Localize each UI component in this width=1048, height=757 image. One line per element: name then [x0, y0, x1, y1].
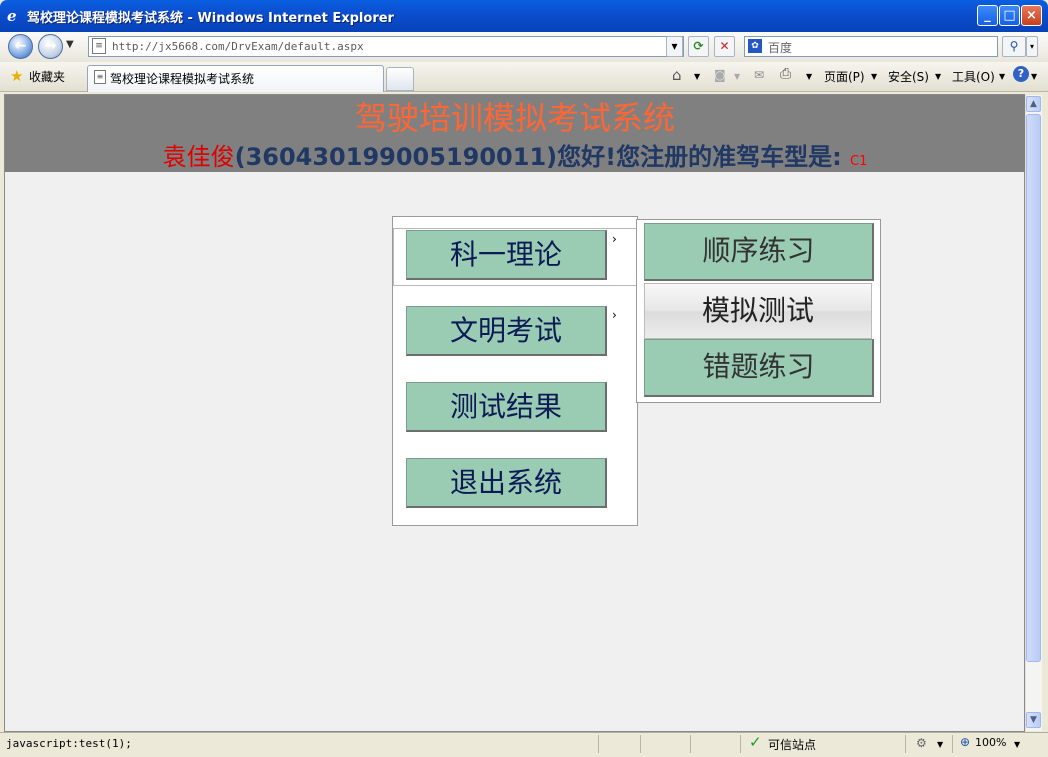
- status-divider: [740, 735, 741, 753]
- status-bar: [0, 732, 1048, 757]
- address-dropdown-icon[interactable]: ▾: [666, 36, 683, 57]
- mail-icon[interactable]: ✉: [754, 68, 764, 82]
- menu-item-test-results[interactable]: 测试结果: [406, 382, 607, 432]
- tools-menu-dropdown-icon: ▼: [999, 72, 1006, 81]
- safety-menu-dropdown-icon: ▼: [935, 72, 942, 81]
- search-icon[interactable]: ⚲: [1002, 36, 1026, 57]
- submenu-sequential-practice[interactable]: 顺序练习: [644, 223, 874, 281]
- scroll-thumb[interactable]: [1026, 114, 1041, 662]
- system-title: 驾驶培训模拟考试系统: [354, 99, 675, 137]
- status-divider: [952, 735, 953, 753]
- window-title-bar[interactable]: e 驾校理论课程模拟考试系统 - Windows Internet Explor…: [0, 0, 1048, 32]
- print-dropdown-icon[interactable]: ▼: [806, 72, 812, 81]
- status-divider: [598, 735, 599, 753]
- forward-button[interactable]: →: [38, 34, 63, 59]
- feeds-dropdown-icon[interactable]: ▼: [734, 72, 740, 81]
- menu-item-civility-exam[interactable]: 文明考试: [406, 306, 607, 356]
- menu-item-exit-system[interactable]: 退出系统: [406, 458, 607, 508]
- close-button[interactable]: ×: [1021, 5, 1042, 26]
- status-divider: [640, 735, 641, 753]
- page-icon: ≡: [92, 38, 106, 54]
- stop-icon[interactable]: ✕: [714, 36, 735, 57]
- history-dropdown-icon[interactable]: ▼: [66, 39, 74, 50]
- search-options-icon[interactable]: ▾: [1026, 36, 1038, 57]
- scroll-down-icon[interactable]: ▼: [1026, 712, 1041, 728]
- help-dropdown-icon[interactable]: ▼: [1031, 72, 1037, 81]
- zoom-dropdown-icon[interactable]: ▼: [1014, 740, 1020, 749]
- new-tab-button[interactable]: [386, 67, 414, 91]
- tools-menu[interactable]: 工具(O): [952, 68, 995, 85]
- page-menu-dropdown-icon: ▼: [871, 72, 878, 81]
- window-title: 驾校理论课程模拟考试系统 - Windows Internet Explorer: [27, 11, 394, 26]
- home-dropdown-icon[interactable]: ▼: [694, 72, 700, 81]
- status-divider: [905, 735, 906, 753]
- user-name: 袁佳俊: [162, 143, 235, 171]
- minimize-button[interactable]: _: [977, 5, 998, 26]
- tab-title: 驾校理论课程模拟考试系统: [110, 72, 255, 86]
- submenu-arrow-icon: ›: [612, 232, 617, 246]
- help-icon[interactable]: ?: [1013, 66, 1029, 82]
- baidu-icon: ✿: [748, 39, 762, 53]
- search-placeholder: 百度: [768, 41, 793, 55]
- address-url: http://jx5668.com/DrvExam/default.aspx: [112, 40, 364, 53]
- car-type: C1: [850, 154, 868, 169]
- tab-page-icon: ≡: [94, 70, 106, 84]
- submenu-wrong-answer-practice[interactable]: 错题练习: [644, 339, 874, 397]
- back-button[interactable]: ←: [8, 34, 33, 59]
- status-divider: [690, 735, 691, 753]
- maximize-button[interactable]: □: [999, 5, 1020, 26]
- protected-mode-dropdown-icon[interactable]: ▼: [937, 740, 943, 749]
- submenu-arrow-icon: ›: [612, 308, 617, 322]
- greeting-line: 袁佳俊(360430199005190011)您好!您注册的准驾车型是: C1: [5, 137, 1025, 172]
- status-text: javascript:test(1);: [6, 737, 132, 750]
- scroll-up-icon[interactable]: ▲: [1026, 96, 1041, 112]
- home-icon[interactable]: ⌂: [672, 66, 682, 84]
- zoom-icon: ⊕: [960, 735, 971, 749]
- menu-item-subject-one-theory[interactable]: 科一理论: [406, 230, 607, 280]
- submenu-mock-test[interactable]: 模拟测试: [644, 283, 872, 339]
- page-menu[interactable]: 页面(P): [824, 68, 865, 85]
- feeds-icon[interactable]: ◙: [714, 68, 726, 82]
- safety-menu[interactable]: 安全(S): [888, 68, 929, 85]
- security-zone[interactable]: 可信站点: [768, 736, 816, 753]
- greeting-text: 您好!您注册的准驾车型是:: [557, 143, 842, 171]
- ie-logo-icon: e: [7, 7, 17, 25]
- user-id: (360430199005190011): [234, 143, 558, 171]
- trusted-zone-check-icon: ✓: [749, 733, 762, 751]
- print-icon[interactable]: ⎙: [780, 66, 791, 82]
- protected-mode-icon[interactable]: ⚙: [916, 736, 927, 750]
- favorites-button[interactable]: 收藏夹: [29, 68, 65, 85]
- refresh-icon[interactable]: ⟳: [688, 36, 709, 57]
- favorites-star-icon[interactable]: ★: [10, 67, 23, 85]
- zoom-level[interactable]: 100%: [975, 736, 1006, 749]
